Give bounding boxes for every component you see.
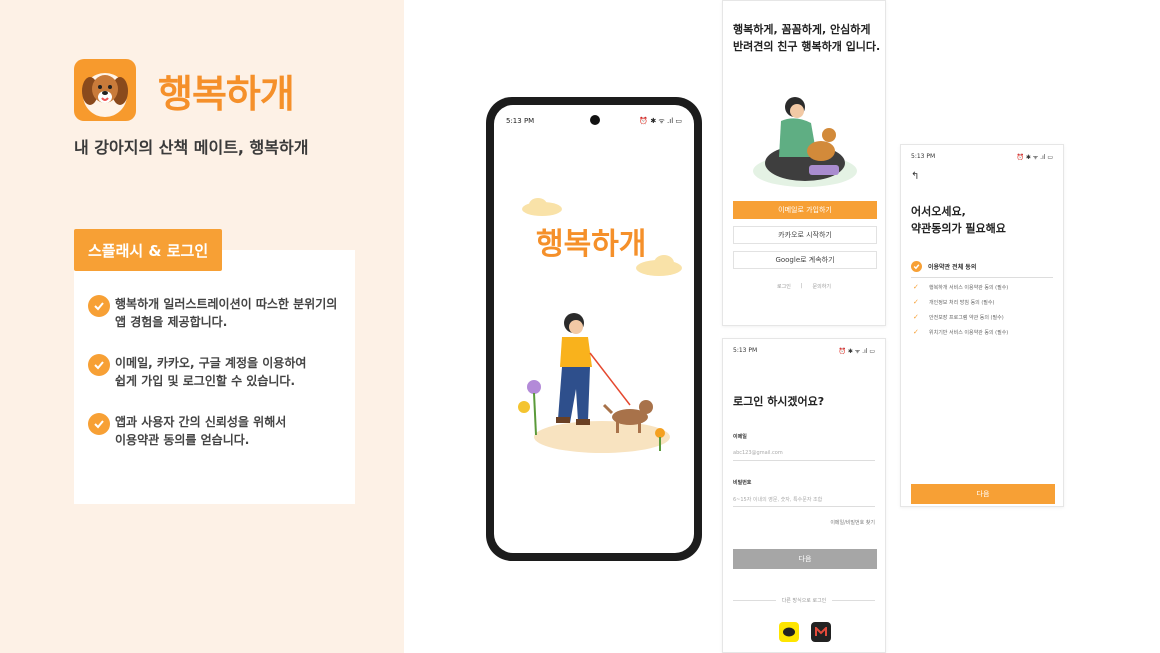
agree-all-row[interactable]: 이용약관 전체 동의 (911, 261, 976, 272)
email-label: 이메일 (733, 434, 747, 440)
feature-item: 행복하개 일러스트레이션이 따스한 분위기의 앱 경험을 제공합니다. (88, 295, 355, 331)
other-login-divider: 다른 방식으로 로그인 (733, 597, 875, 604)
walking-dog-illustration (518, 313, 670, 453)
check-icon (88, 295, 110, 317)
terms-screen: 5:13 PM ⏰ ✱ ᯤ .ıl ▭ ↰ 어서오세요, 약관동의가 필요해요 … (900, 144, 1064, 507)
app-logo-icon (74, 59, 136, 121)
onboarding-headline: 반려견의 친구 행복하개 입니다. (733, 40, 881, 53)
cloud-icon (522, 198, 562, 216)
status-bar: 5:13 PM ⏰ ✱ ᯤ .ıl ▭ (911, 153, 1053, 161)
inquiry-link[interactable]: 문의하기 (813, 283, 831, 290)
other-login-label: 다른 방식으로 로그인 (781, 598, 827, 604)
term-row[interactable]: ✓ 행복하개 서비스 이용약관 동의 (필수) (913, 283, 1008, 291)
status-time: 5:13 PM (911, 153, 936, 160)
email-input[interactable]: abc123@gmail.com (733, 450, 783, 456)
check-icon (88, 413, 110, 435)
check-icon (88, 354, 110, 376)
term-row[interactable]: ✓ 위치기반 서비스 이용약관 동의 (필수) (913, 328, 1008, 336)
feature-text-line: 쉽게 가입 및 로그인할 수 있습니다. (115, 374, 296, 388)
status-time: 5:13 PM (506, 117, 535, 125)
term-label: 행복하개 서비스 이용약관 동의 (필수) (929, 284, 1009, 291)
kakao-login-icon[interactable] (779, 622, 799, 642)
feature-item: 이메일, 카카오, 구글 계정을 이용하여 쉽게 가입 및 로그인할 수 있습니… (88, 354, 355, 390)
feature-item: 앱과 사용자 간의 신뢰성을 위해서 이용약관 동의를 얻습니다. (88, 413, 355, 449)
camera-punch-hole (590, 115, 600, 125)
checkmark-icon: ✓ (913, 283, 919, 291)
login-link[interactable]: 로그인 (777, 283, 791, 290)
splash-phone: 5:13 PM ⏰ ✱ ᯤ .ıl ▭ 행복하개 (486, 97, 702, 561)
feature-text-line: 앱 경험을 제공합니다. (115, 315, 228, 329)
email-underline (733, 460, 875, 461)
login-title: 로그인 하시겠어요? (733, 395, 825, 408)
splash-screen: 5:13 PM ⏰ ✱ ᯤ .ıl ▭ 행복하개 (494, 105, 694, 553)
gmail-login-icon[interactable] (811, 622, 831, 642)
feature-text-line: 이용약관 동의를 얻습니다. (115, 433, 250, 447)
divider (911, 277, 1053, 278)
status-icons: ⏰ ✱ ᯤ .ıl ▭ (639, 117, 682, 125)
link-divider: | (800, 283, 803, 289)
feature-text-line: 행복하개 일러스트레이션이 따스한 분위기의 (115, 297, 338, 311)
term-row[interactable]: ✓ 개인정보 처리 방침 동의 (필수) (913, 298, 994, 306)
feature-text-line: 앱과 사용자 간의 신뢰성을 위해서 (115, 415, 287, 429)
email-signup-button[interactable]: 이메일로 가입하기 (733, 201, 877, 219)
status-time: 5:13 PM (733, 347, 758, 354)
term-label: 개인정보 처리 방침 동의 (필수) (929, 299, 995, 306)
terms-next-button[interactable]: 다음 (911, 484, 1055, 504)
brand-wordmark: 행복하개 (158, 71, 295, 116)
agree-all-label: 이용약관 전체 동의 (928, 264, 977, 271)
password-label: 비밀번호 (733, 480, 752, 486)
feature-text-line: 이메일, 카카오, 구글 계정을 이용하여 (115, 356, 307, 370)
login-screen: 5:13 PM ⏰ ✱ ᯤ .ıl ▭ 로그인 하시겠어요? 이메일 abc12… (722, 338, 886, 653)
back-arrow-icon[interactable]: ↰ (911, 171, 919, 182)
login-next-button[interactable]: 다음 (733, 549, 877, 569)
password-underline (733, 506, 875, 507)
password-input[interactable]: 6~15자 이내의 영문, 숫자, 특수문자 조합 (733, 496, 822, 503)
status-bar: 5:13 PM ⏰ ✱ ᯤ .ıl ▭ (733, 347, 875, 355)
woman-hugging-dog-illustration (753, 97, 857, 187)
status-icons: ⏰ ✱ ᯤ .ıl ▭ (1016, 154, 1053, 161)
cloud-icon (636, 255, 682, 276)
checkmark-icon: ✓ (913, 298, 919, 306)
term-row[interactable]: ✓ 안전보장 프로그램 약관 동의 (필수) (913, 313, 1004, 321)
brand-header: 행복하개 (74, 59, 295, 121)
check-circle-icon[interactable] (911, 261, 922, 272)
splash-brand-wordmark: 행복하개 (536, 227, 647, 262)
checkmark-icon: ✓ (913, 313, 919, 321)
status-icons: ⏰ ✱ ᯤ .ıl ▭ (838, 348, 875, 355)
google-continue-button[interactable]: Google로 계속하기 (733, 251, 877, 269)
onboarding-headline: 행복하게, 꼼꼼하게, 안심하게 (733, 23, 871, 36)
kakao-start-button[interactable]: 카카오로 시작하기 (733, 226, 877, 244)
feature-section-tab: 스플래시 & 로그인 (74, 229, 223, 271)
onboarding-screen: 행복하게, 꼼꼼하게, 안심하게 반려견의 친구 행복하개 입니다. 이메일로 … (722, 0, 886, 326)
terms-title: 어서오세요, (911, 205, 966, 218)
terms-title: 약관동의가 필요해요 (911, 222, 1006, 235)
checkmark-icon: ✓ (913, 328, 919, 336)
term-label: 안전보장 프로그램 약관 동의 (필수) (929, 314, 1004, 321)
term-label: 위치기반 서비스 이용약관 동의 (필수) (929, 329, 1009, 336)
tagline: 내 강아지의 산책 메이트, 행복하개 (74, 138, 309, 157)
find-account-link[interactable]: 이메일/비밀번호 찾기 (830, 519, 875, 526)
